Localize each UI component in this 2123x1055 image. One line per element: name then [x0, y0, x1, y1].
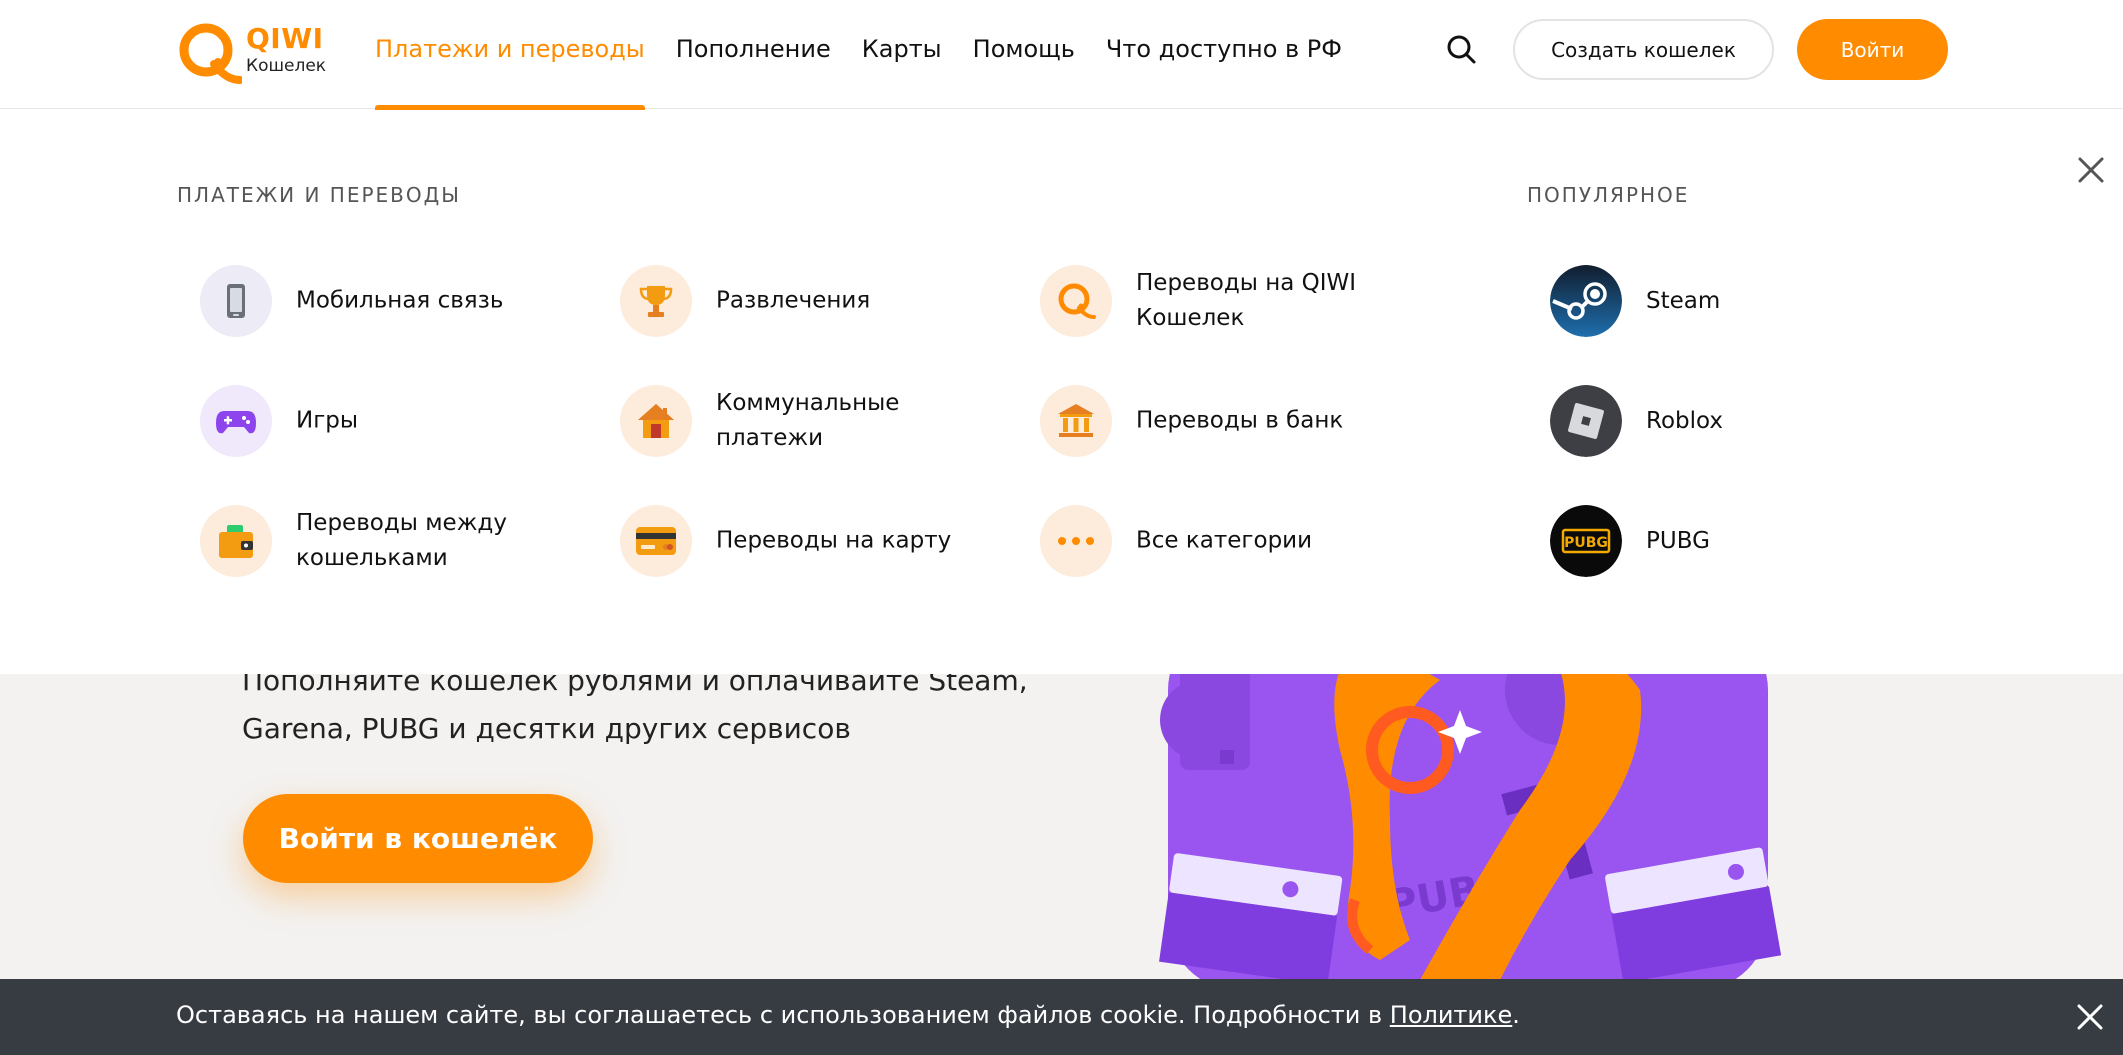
site-header: QIWI Кошелек Платежи и переводы Пополнен…: [0, 0, 2123, 110]
qiwi-logo-icon: [1040, 265, 1112, 337]
popular-item-label: PUBG: [1646, 528, 1710, 554]
card-icon: [620, 505, 692, 577]
menu-item-label: Игры: [296, 407, 359, 434]
nav-help[interactable]: Помощь: [973, 0, 1075, 109]
mobile-phone-icon: [200, 265, 272, 337]
menu-item-label: Развлечения: [716, 287, 871, 314]
popular-item-label: Roblox: [1646, 408, 1723, 434]
qiwi-logo[interactable]: QIWI Кошелек: [176, 20, 326, 92]
menu-item-label: Переводы на QIWI Кошелек: [1136, 270, 1357, 331]
logo-name: QIWI: [246, 22, 324, 55]
bank-icon: [1040, 385, 1112, 457]
cookie-banner: Оставаясь на нашем сайте, вы соглашаетес…: [0, 979, 2123, 1055]
menu-item-label: Мобильная связь: [296, 287, 504, 314]
menu-item-label: Переводы в банк: [1136, 407, 1344, 434]
close-icon[interactable]: [2070, 997, 2110, 1037]
qiwi-logo-icon: [179, 23, 242, 84]
popular-item-steam[interactable]: Steam: [1550, 256, 1850, 346]
policy-link[interactable]: Политике: [1390, 1001, 1513, 1029]
logo-subtitle: Кошелек: [246, 56, 327, 76]
nav-payments-transfers[interactable]: Платежи и переводы: [375, 0, 645, 110]
steam-icon: [1550, 265, 1622, 337]
popular-item-roblox[interactable]: Roblox: [1550, 376, 1850, 466]
popular-item-label: Steam: [1646, 288, 1721, 314]
nav-available-in-rf[interactable]: Что доступно в РФ: [1106, 0, 1342, 109]
menu-item-qiwi-transfer[interactable]: Переводы на QIWI Кошелек: [1040, 256, 1410, 346]
menu-item-label: Переводы на карту: [716, 527, 952, 554]
house-icon: [620, 385, 692, 457]
menu-item-bank-transfer[interactable]: Переводы в банк: [1040, 376, 1410, 466]
section-title-popular: ПОПУЛЯРНОЕ: [1527, 183, 1690, 207]
menu-item-games[interactable]: Игры: [200, 376, 570, 466]
gamepad-icon: [200, 385, 272, 457]
payments-dropdown: ПЛАТЕЖИ И ПЕРЕВОДЫ ПОПУЛЯРНОЕ Мобильная …: [0, 109, 2123, 674]
main-nav: Платежи и переводы Пополнение Карты Помо…: [375, 0, 1373, 110]
menu-item-label: Все категории: [1136, 527, 1313, 554]
menu-item-label: Переводы между кошельками: [296, 510, 507, 571]
close-icon[interactable]: [2070, 149, 2110, 189]
create-wallet-button[interactable]: Создать кошелек: [1513, 19, 1774, 80]
dots-icon: [1040, 505, 1112, 577]
menu-item-entertainment[interactable]: Развлечения: [620, 256, 990, 346]
section-title-payments: ПЛАТЕЖИ И ПЕРЕВОДЫ: [177, 183, 461, 207]
pubg-icon: PUBG: [1550, 505, 1622, 577]
menu-item-label: Коммунальные платежи: [716, 390, 900, 451]
login-button[interactable]: Войти: [1797, 19, 1948, 80]
trophy-icon: [620, 265, 692, 337]
svg-text:PUBG: PUBG: [1564, 535, 1608, 551]
roblox-icon: [1550, 385, 1622, 457]
menu-item-all-categories[interactable]: Все категории: [1040, 496, 1410, 586]
search-icon[interactable]: [1442, 30, 1482, 70]
menu-item-utilities[interactable]: Коммунальные платежи: [620, 376, 990, 466]
wallet-icon: [200, 505, 272, 577]
nav-cards[interactable]: Карты: [862, 0, 942, 109]
menu-item-mobile[interactable]: Мобильная связь: [200, 256, 570, 346]
menu-item-wallet-transfer[interactable]: Переводы между кошельками: [200, 496, 570, 586]
hero-login-button[interactable]: Войти в кошелёк: [243, 794, 593, 883]
cookie-text: Оставаясь на нашем сайте, вы соглашаетес…: [176, 1001, 1520, 1029]
popular-item-pubg[interactable]: PUBG PUBG: [1550, 496, 1850, 586]
nav-top-up[interactable]: Пополнение: [676, 0, 831, 109]
menu-item-card-transfer[interactable]: Переводы на карту: [620, 496, 990, 586]
